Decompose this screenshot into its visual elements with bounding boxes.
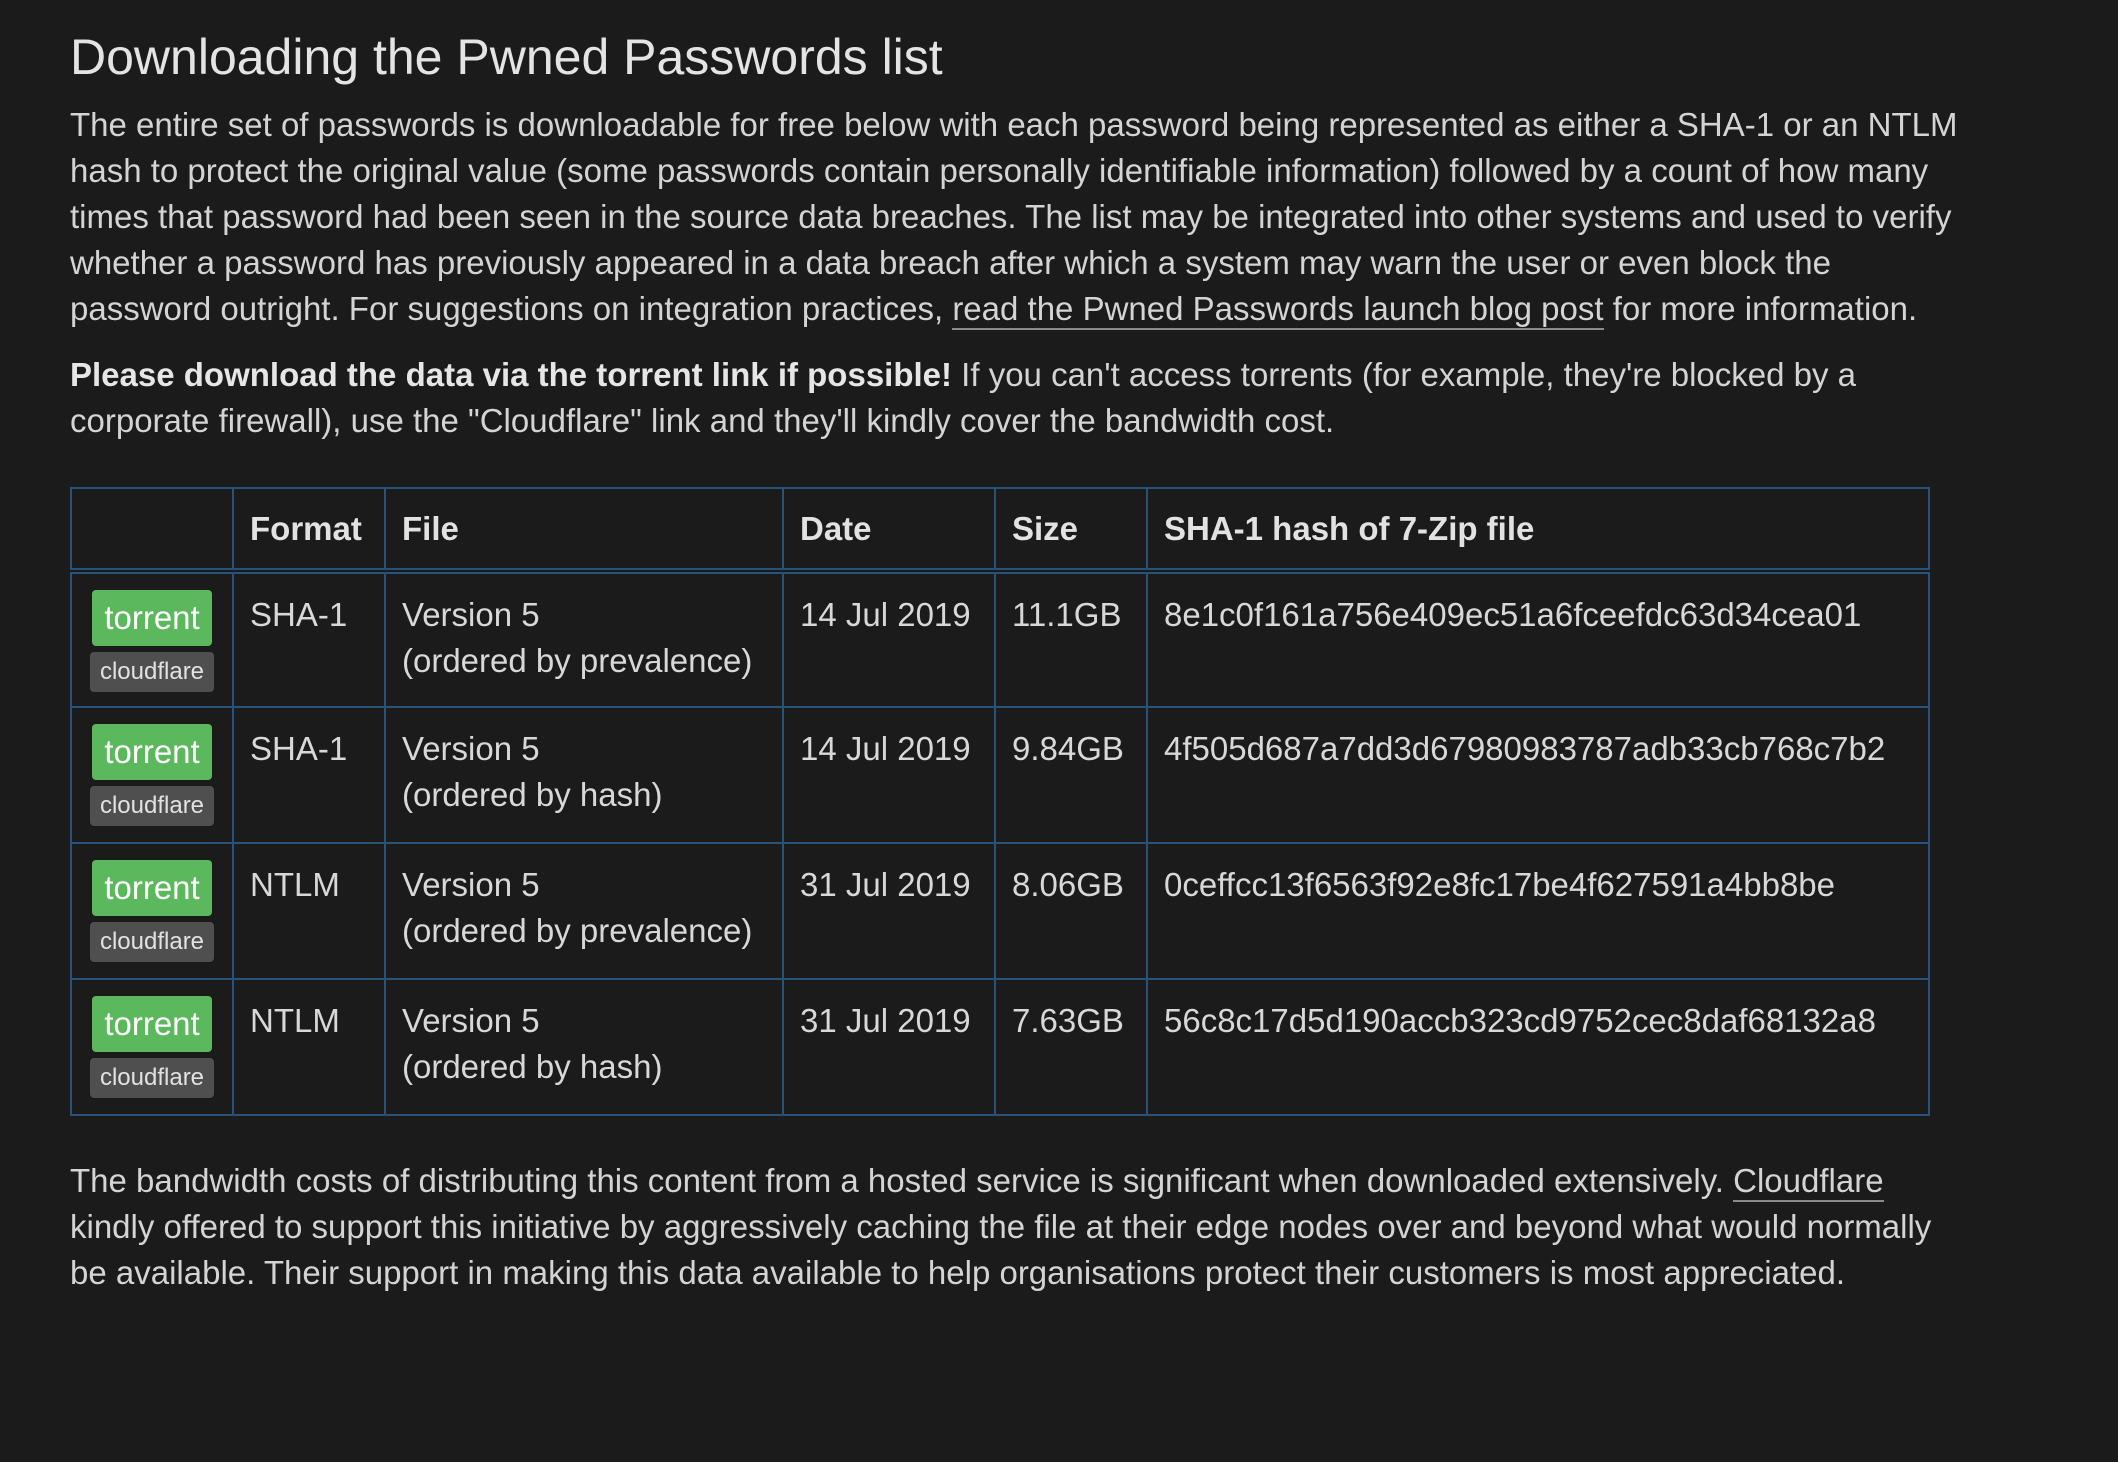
file-cell: Version 5 (ordered by prevalence) <box>384 842 784 980</box>
file-cell: Version 5 (ordered by hash) <box>384 706 784 844</box>
torrent-button[interactable]: torrent <box>92 996 212 1052</box>
file-version: Version 5 <box>402 730 540 767</box>
file-ordering: (ordered by prevalence) <box>402 642 753 679</box>
header-format: Format <box>232 487 386 574</box>
torrent-button[interactable]: torrent <box>92 724 212 780</box>
header-date: Date <box>782 487 996 574</box>
intro-paragraph: The entire set of passwords is downloada… <box>70 102 1970 332</box>
download-buttons-cell: torrent cloudflare <box>70 570 234 708</box>
cloudflare-button[interactable]: cloudflare <box>90 922 214 962</box>
file-version: Version 5 <box>402 596 540 633</box>
hash-cell: 4f505d687a7dd3d67980983787adb33cb768c7b2 <box>1146 706 1930 844</box>
page-heading: Downloading the Pwned Passwords list <box>70 29 943 85</box>
cloudflare-thanks-paragraph: The bandwidth costs of distributing this… <box>70 1158 1970 1296</box>
table-row: torrent cloudflare SHA-1 Version 5 (orde… <box>70 706 1930 844</box>
main-content: Downloading the Pwned Passwords list The… <box>70 24 1970 1296</box>
file-ordering: (ordered by prevalence) <box>402 912 753 949</box>
format-cell: SHA-1 <box>232 570 386 708</box>
downloads-table: Format File Date Size SHA-1 hash of 7-Zi… <box>70 487 1930 1116</box>
header-buttons <box>70 487 234 574</box>
cloudflare-button[interactable]: cloudflare <box>90 1058 214 1098</box>
torrent-button[interactable]: torrent <box>92 860 212 916</box>
header-file: File <box>384 487 784 574</box>
table-row: torrent cloudflare NTLM Version 5 (order… <box>70 842 1930 980</box>
size-cell: 8.06GB <box>994 842 1148 980</box>
torrent-notice-paragraph: Please download the data via the torrent… <box>70 352 1970 444</box>
blog-post-link[interactable]: read the Pwned Passwords launch blog pos… <box>952 290 1604 330</box>
file-ordering: (ordered by hash) <box>402 1048 663 1085</box>
size-cell: 9.84GB <box>994 706 1148 844</box>
download-buttons-cell: torrent cloudflare <box>70 842 234 980</box>
size-cell: 11.1GB <box>994 570 1148 708</box>
date-cell: 14 Jul 2019 <box>782 570 996 708</box>
header-hash: SHA-1 hash of 7-Zip file <box>1146 487 1930 574</box>
torrent-notice-bold: Please download the data via the torrent… <box>70 356 953 393</box>
cloudflare-link[interactable]: Cloudflare <box>1733 1162 1884 1202</box>
hash-cell: 8e1c0f161a756e409ec51a6fceefdc63d34cea01 <box>1146 570 1930 708</box>
outro-text-start: The bandwidth costs of distributing this… <box>70 1162 1734 1199</box>
cloudflare-button[interactable]: cloudflare <box>90 786 214 826</box>
hash-cell: 56c8c17d5d190accb323cd9752cec8daf68132a8 <box>1146 978 1930 1116</box>
file-version: Version 5 <box>402 1002 540 1039</box>
size-cell: 7.63GB <box>994 978 1148 1116</box>
file-ordering: (ordered by hash) <box>402 776 663 813</box>
format-cell: SHA-1 <box>232 706 386 844</box>
hash-cell: 0ceffcc13f6563f92e8fc17be4f627591a4bb8be <box>1146 842 1930 980</box>
torrent-button[interactable]: torrent <box>92 590 212 646</box>
intro-text-end: for more information. <box>1603 290 1918 327</box>
date-cell: 14 Jul 2019 <box>782 706 996 844</box>
table-header-row: Format File Date Size SHA-1 hash of 7-Zi… <box>70 487 1930 574</box>
download-buttons-cell: torrent cloudflare <box>70 978 234 1116</box>
file-cell: Version 5 (ordered by hash) <box>384 978 784 1116</box>
format-cell: NTLM <box>232 978 386 1116</box>
download-buttons-cell: torrent cloudflare <box>70 706 234 844</box>
file-cell: Version 5 (ordered by prevalence) <box>384 570 784 708</box>
outro-text-end: kindly offered to support this initiativ… <box>70 1208 1932 1291</box>
table-row: torrent cloudflare SHA-1 Version 5 (orde… <box>70 570 1930 708</box>
header-size: Size <box>994 487 1148 574</box>
cloudflare-button[interactable]: cloudflare <box>90 652 214 692</box>
date-cell: 31 Jul 2019 <box>782 978 996 1116</box>
date-cell: 31 Jul 2019 <box>782 842 996 980</box>
file-version: Version 5 <box>402 866 540 903</box>
table-row: torrent cloudflare NTLM Version 5 (order… <box>70 978 1930 1116</box>
format-cell: NTLM <box>232 842 386 980</box>
